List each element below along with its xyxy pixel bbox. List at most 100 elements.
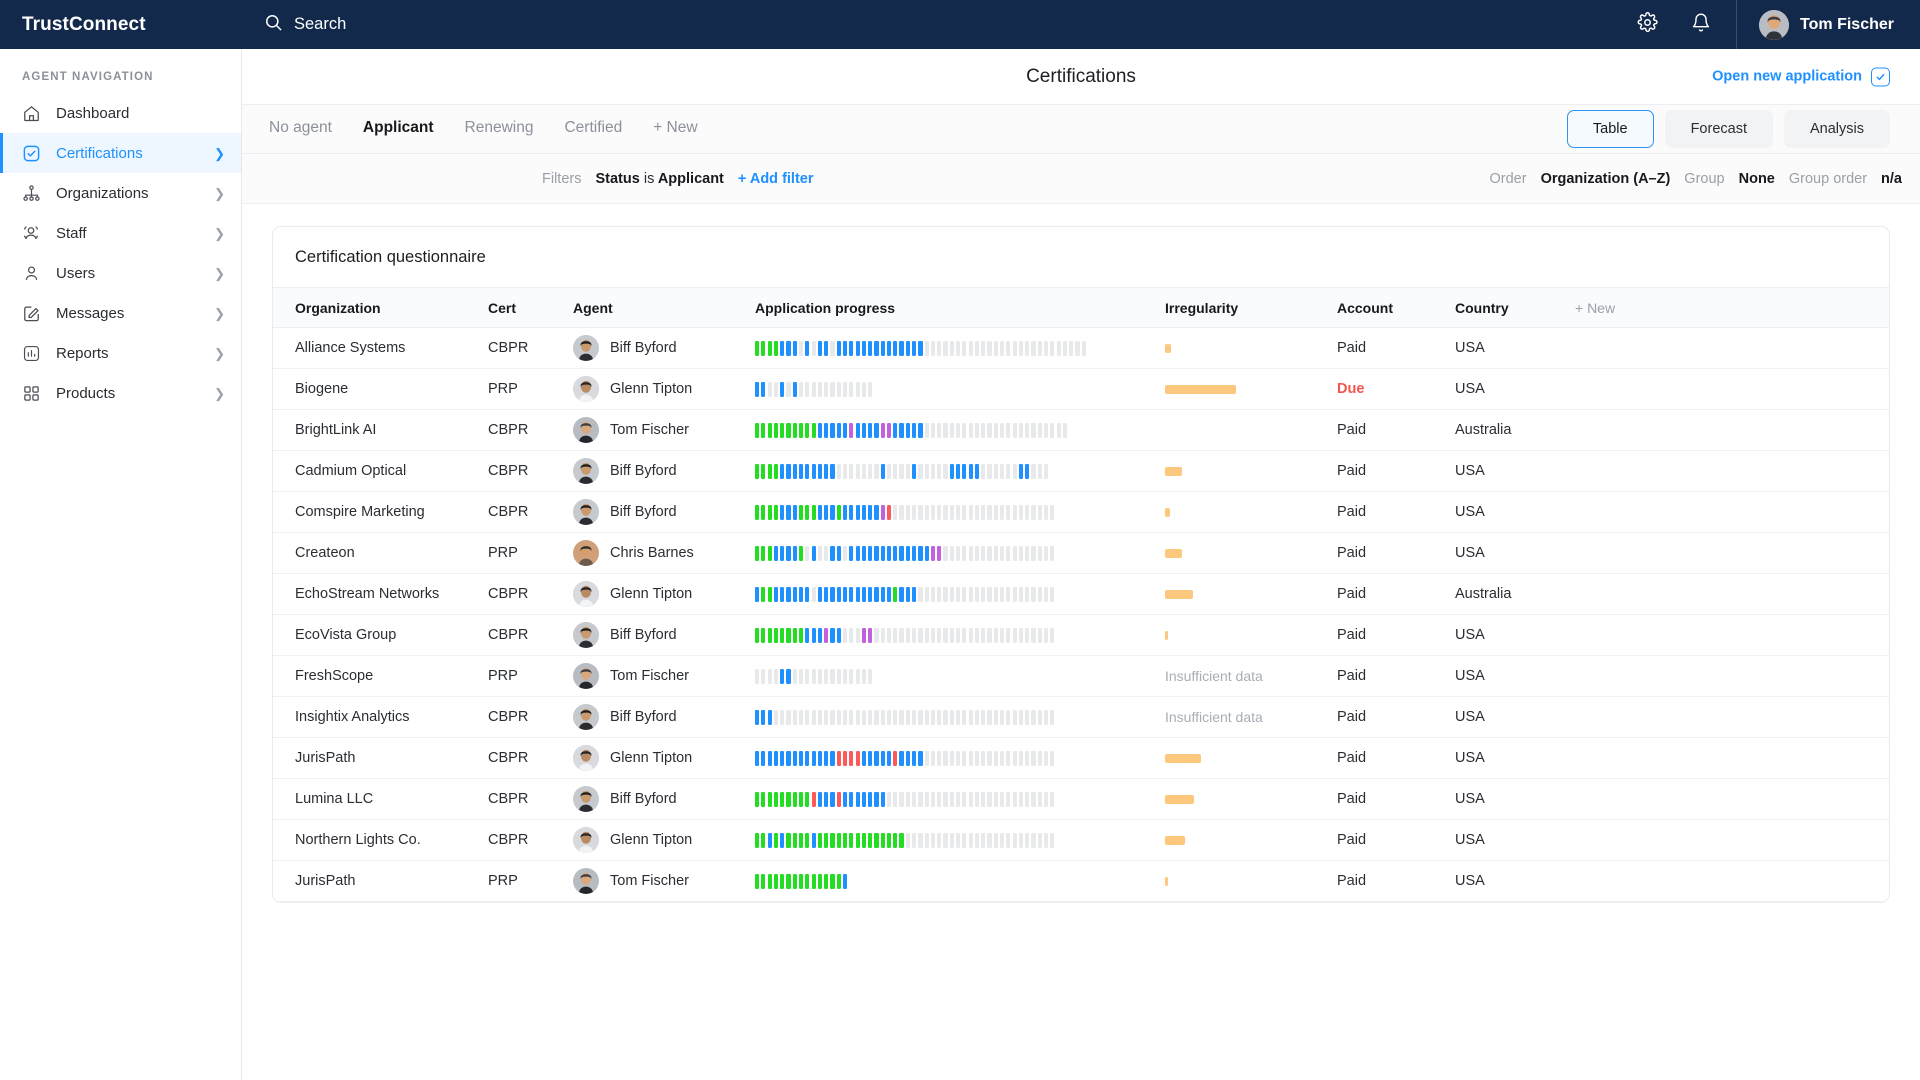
progress-segment xyxy=(930,750,936,766)
progress-segment xyxy=(905,504,910,520)
progress-segment xyxy=(1018,627,1023,643)
table-row[interactable]: Comspire Marketing CBPR Biff Byford Paid USA xyxy=(273,491,1889,533)
table-row[interactable]: Alliance Systems CBPR Biff Byford Paid USA xyxy=(273,327,1889,369)
progress-segment xyxy=(1012,463,1017,479)
progress-segment xyxy=(912,504,917,520)
cell-agent: Tom Fischer xyxy=(573,655,755,697)
cell-agent: Glenn Tipton xyxy=(573,368,755,410)
progress-segment xyxy=(811,381,816,397)
column-header-agent[interactable]: Agent xyxy=(573,287,755,328)
sidebar-item-products[interactable]: Products ❯ xyxy=(0,373,241,413)
filter-chip-status[interactable]: Status is Applicant xyxy=(595,171,723,187)
progress-segment xyxy=(1018,504,1023,520)
app-brand[interactable]: TrustConnect xyxy=(0,0,242,49)
sidebar-item-dashboard[interactable]: Dashboard xyxy=(0,93,241,133)
progress-segment xyxy=(962,750,967,766)
progress-segment xyxy=(893,627,898,643)
progress-segment xyxy=(861,504,866,520)
table-card-wrapper: Certification questionnaire Organization… xyxy=(242,204,1920,903)
column-header-cert[interactable]: Cert xyxy=(488,287,573,328)
table-row[interactable]: EcoVista Group CBPR Biff Byford Paid USA xyxy=(273,614,1889,656)
progress-segment xyxy=(836,627,841,643)
progress-segment xyxy=(1043,627,1049,643)
progress-segment xyxy=(1025,504,1030,520)
sidebar-item-organizations[interactable]: Organizations ❯ xyxy=(0,173,241,213)
order-value[interactable]: Organization (A–Z) xyxy=(1541,171,1671,187)
progress-segment xyxy=(824,504,829,520)
column-header-app-progress[interactable]: Application progress xyxy=(755,287,1165,328)
progress-segment xyxy=(786,586,791,602)
progress-segment xyxy=(987,463,992,479)
account-status: Paid xyxy=(1337,586,1367,602)
agent-name: Biff Byford xyxy=(610,504,677,520)
group-order-value[interactable]: n/a xyxy=(1881,171,1902,187)
progress-segment xyxy=(930,463,936,479)
table-row[interactable]: Lumina LLC CBPR Biff Byford Paid USA xyxy=(273,778,1889,820)
progress-segment xyxy=(798,627,804,643)
settings-button[interactable] xyxy=(1620,0,1674,49)
view-tab-forecast[interactable]: Forecast xyxy=(1664,110,1773,148)
sidebar-item-label: Organizations xyxy=(56,184,149,202)
view-tab-table[interactable]: Table xyxy=(1566,110,1654,148)
user-menu[interactable]: Tom Fischer xyxy=(1736,0,1920,49)
progress-segment xyxy=(849,545,854,561)
progress-segment xyxy=(1031,422,1036,438)
progress-segment xyxy=(836,668,841,684)
progress-segment xyxy=(1018,422,1023,438)
progress-segment xyxy=(755,463,760,479)
progress-segment xyxy=(1025,586,1030,602)
progress-segment xyxy=(1081,340,1086,356)
column-header-country[interactable]: Country xyxy=(1455,287,1575,328)
table-row[interactable]: Northern Lights Co. CBPR Glenn Tipton Paid U… xyxy=(273,819,1889,861)
progress-segment xyxy=(849,381,854,397)
add-filter-button[interactable]: + Add filter xyxy=(738,171,814,187)
progress-segment xyxy=(1025,545,1030,561)
progress-segment xyxy=(930,586,936,602)
open-new-application-button[interactable]: Open new application xyxy=(1712,67,1890,86)
table-row[interactable]: FreshScope PRP Tom Fischer Insufficient dat… xyxy=(273,655,1889,697)
progress-segment xyxy=(855,791,860,807)
sidebar-item-users[interactable]: Users ❯ xyxy=(0,253,241,293)
progress-segment xyxy=(780,832,785,848)
table-row[interactable]: JurisPath CBPR Glenn Tipton Paid USA xyxy=(273,737,1889,779)
tab-certified[interactable]: Certified xyxy=(564,119,622,139)
table-row[interactable]: Createon PRP Chris Barnes Paid USA xyxy=(273,532,1889,574)
column-header-irregularity[interactable]: Irregularity xyxy=(1165,287,1337,328)
table-row[interactable]: Biogene PRP Glenn Tipton Due USA xyxy=(273,368,1889,410)
bar-chart-icon xyxy=(20,344,42,363)
progress-segment xyxy=(773,463,779,479)
column-header-add-new[interactable]: + New xyxy=(1575,287,1889,328)
tab-applicant[interactable]: Applicant xyxy=(363,119,434,139)
group-value[interactable]: None xyxy=(1739,171,1775,187)
progress-segment xyxy=(1037,504,1042,520)
global-search[interactable]: Search xyxy=(242,0,1620,49)
table-row[interactable]: BrightLink AI CBPR Tom Fischer Paid Australi… xyxy=(273,409,1889,451)
table-row[interactable]: Insightix Analytics CBPR Biff Byford Insuff… xyxy=(273,696,1889,738)
notifications-button[interactable] xyxy=(1674,0,1728,49)
sidebar-item-reports[interactable]: Reports ❯ xyxy=(0,333,241,373)
tab-renewing[interactable]: Renewing xyxy=(465,119,534,139)
table-row[interactable]: JurisPath PRP Tom Fischer Paid USA xyxy=(273,860,1889,902)
progress-segment xyxy=(930,832,936,848)
progress-segment xyxy=(849,627,854,643)
column-header-account[interactable]: Account xyxy=(1337,287,1455,328)
progress-segment xyxy=(1025,832,1030,848)
column-header-organization[interactable]: Organization xyxy=(273,287,488,328)
progress-segment xyxy=(886,340,892,356)
progress-segment xyxy=(836,463,841,479)
progress-segment xyxy=(1043,791,1049,807)
table-row[interactable]: Cadmium Optical CBPR Biff Byford Paid USA xyxy=(273,450,1889,492)
progress-segment xyxy=(912,709,917,725)
table-row[interactable]: EchoStream Networks CBPR Glenn Tipton Paid A… xyxy=(273,573,1889,615)
tab-no-agent[interactable]: No agent xyxy=(269,119,332,139)
irregularity-bar xyxy=(1165,753,1201,763)
sidebar-item-certifications[interactable]: Certifications ❯ xyxy=(0,133,241,173)
progress-segment xyxy=(962,709,967,725)
sidebar-item-messages[interactable]: Messages ❯ xyxy=(0,293,241,333)
view-tab-analysis[interactable]: Analysis xyxy=(1784,110,1890,148)
progress-segment xyxy=(798,545,804,561)
progress-segment xyxy=(968,340,973,356)
tab-add-new[interactable]: + New xyxy=(653,119,697,139)
progress-segment xyxy=(792,750,797,766)
sidebar-item-staff[interactable]: Staff ❯ xyxy=(0,213,241,253)
